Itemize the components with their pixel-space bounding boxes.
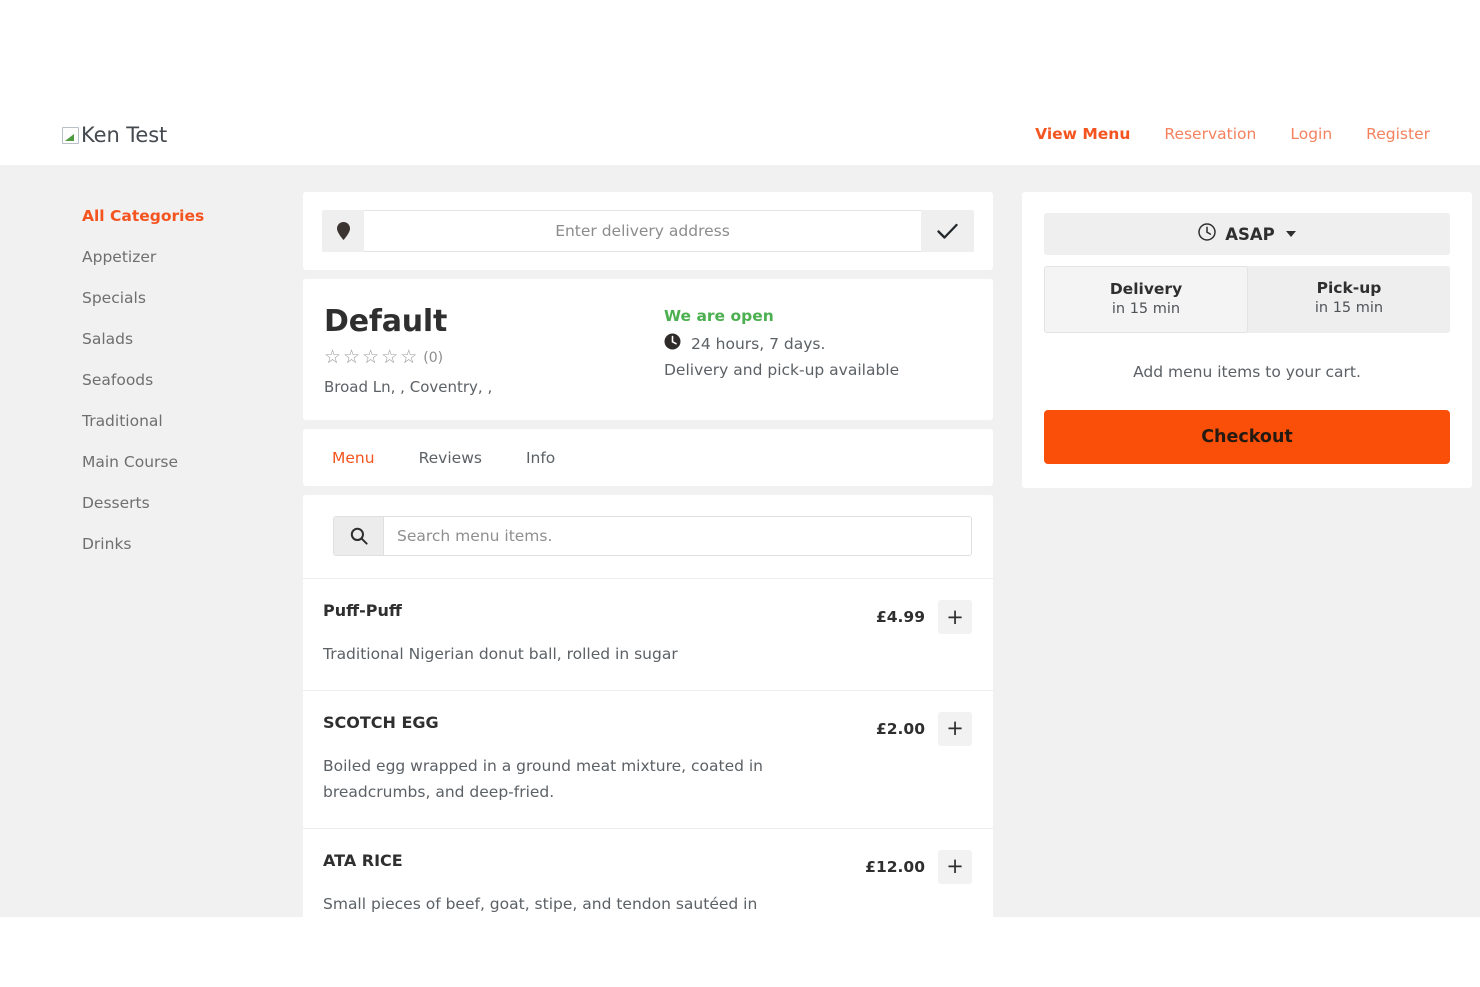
checkout-button[interactable]: Checkout <box>1044 410 1450 464</box>
mode-pickup-eta: in 15 min <box>1314 300 1384 316</box>
tab-info[interactable]: Info <box>518 443 563 473</box>
empty-cart-message: Add menu items to your cart. <box>1133 363 1361 381</box>
confirm-address-button[interactable] <box>921 210 974 252</box>
add-item-button[interactable]: + <box>938 711 972 746</box>
rating-stars: ☆ ☆ ☆ ☆ ☆ (0) <box>324 348 664 367</box>
menu-item-header: Puff-Puff £4.99 + <box>323 596 972 634</box>
delivery-time-label: ASAP <box>1225 224 1275 244</box>
star-icon: ☆ <box>324 346 343 368</box>
clock-icon <box>1198 223 1216 245</box>
menu-item-header: SCOTCH EGG £2.00 + <box>323 708 972 746</box>
menu-item-price: £12.00 <box>865 857 925 876</box>
menu-item-name: ATA RICE <box>323 850 403 870</box>
site-header: Ken Test View Menu Reservation Login Reg… <box>0 0 1480 165</box>
menu-item-header: ATA RICE £12.00 + <box>323 846 972 884</box>
menu-list-card: Puff-Puff £4.99 + Traditional Nigerian d… <box>303 495 993 940</box>
mode-pickup[interactable]: Pick-up in 15 min <box>1248 266 1450 333</box>
sidebar-item-drinks[interactable]: Drinks <box>62 523 292 564</box>
sidebar-item-seafoods[interactable]: Seafoods <box>62 359 292 400</box>
sidebar-item-appetizer[interactable]: Appetizer <box>62 236 292 277</box>
menu-item-price: £4.99 <box>875 608 925 626</box>
sidebar-item-traditional[interactable]: Traditional <box>62 400 292 441</box>
page-root: Ken Test View Menu Reservation Login Reg… <box>0 0 1480 987</box>
mode-delivery-title: Delivery <box>1109 280 1183 298</box>
star-icon: ☆ <box>381 346 400 368</box>
opening-hours-row: 24 hours, 7 days. <box>664 333 899 354</box>
main-column: Default ☆ ☆ ☆ ☆ ☆ (0) Broad Ln, , Covent… <box>303 192 993 949</box>
tab-menu[interactable]: Menu <box>324 443 383 473</box>
nav-link-login[interactable]: Login <box>1290 125 1332 143</box>
menu-item-actions: £2.00 + <box>876 708 972 746</box>
menu-item-description: Traditional Nigerian donut ball, rolled … <box>323 645 678 663</box>
sidebar-item-desserts[interactable]: Desserts <box>62 482 292 523</box>
mode-pickup-title: Pick-up <box>1316 279 1382 297</box>
availability-text: Delivery and pick-up available <box>664 361 900 379</box>
delivery-time-dropdown[interactable]: ASAP <box>1044 213 1450 255</box>
rating-count: (0) <box>423 349 444 366</box>
fulfilment-mode-toggle: Delivery in 15 min Pick-up in 15 min <box>1044 266 1450 333</box>
menu-search-row <box>333 516 972 556</box>
mode-delivery[interactable]: Delivery in 15 min <box>1044 266 1248 333</box>
menu-item-actions: £12.00 + <box>865 846 972 884</box>
clock-icon <box>664 333 681 354</box>
menu-item-name: SCOTCH EGG <box>323 712 439 732</box>
search-icon[interactable] <box>334 517 384 555</box>
content-tabs: Menu Reviews Info <box>303 429 993 486</box>
sidebar-item-salads[interactable]: Salads <box>62 318 292 359</box>
add-item-button[interactable]: + <box>938 600 972 634</box>
menu-item[interactable]: Puff-Puff £4.99 + Traditional Nigerian d… <box>303 578 993 690</box>
tab-reviews[interactable]: Reviews <box>411 443 490 473</box>
nav-link-reservation[interactable]: Reservation <box>1164 125 1256 143</box>
order-panel: ASAP Delivery in 15 min Pick-up in 15 mi… <box>1022 192 1472 488</box>
chevron-down-icon <box>1285 231 1296 237</box>
map-pin-icon <box>322 210 364 252</box>
restaurant-info-left: Default ☆ ☆ ☆ ☆ ☆ (0) Broad Ln, , Covent… <box>324 304 664 396</box>
category-sidebar: All Categories Appetizer Specials Salads… <box>62 195 292 564</box>
restaurant-address: Broad Ln, , Coventry, , <box>324 378 493 396</box>
page-title: Default <box>324 304 448 339</box>
sidebar-item-all-categories[interactable]: All Categories <box>62 195 292 236</box>
sidebar-item-specials[interactable]: Specials <box>62 277 292 318</box>
search-input[interactable] <box>384 517 971 555</box>
delivery-address-card <box>303 192 993 270</box>
nav-link-register[interactable]: Register <box>1366 125 1430 143</box>
nav-link-view-menu[interactable]: View Menu <box>1035 125 1130 143</box>
brand-name: Ken Test <box>81 123 168 147</box>
menu-item[interactable]: ATA RICE £12.00 + Small pieces of beef, … <box>303 827 993 940</box>
menu-search-wrap <box>303 495 993 578</box>
opening-hours: 24 hours, 7 days. <box>691 334 826 353</box>
main-nav: View Menu Reservation Login Register <box>1035 125 1430 147</box>
menu-item-actions: £4.99 + <box>876 596 972 634</box>
restaurant-info-right: We are open 24 hours, 7 days. Delivery a… <box>664 304 899 396</box>
menu-item-description: Small pieces of beef, goat, stipe, and t… <box>323 894 758 913</box>
menu-item-description: Boiled egg wrapped in a ground meat mixt… <box>323 756 764 802</box>
delivery-address-input[interactable] <box>364 210 921 252</box>
status-badge: We are open <box>664 307 774 325</box>
restaurant-info-card: Default ☆ ☆ ☆ ☆ ☆ (0) Broad Ln, , Covent… <box>303 279 993 420</box>
broken-image-icon <box>62 126 79 144</box>
star-icon: ☆ <box>400 346 419 368</box>
menu-item-price: £2.00 <box>875 719 925 738</box>
sidebar-item-main-course[interactable]: Main Course <box>62 441 292 482</box>
delivery-address-row <box>322 210 974 252</box>
menu-item[interactable]: SCOTCH EGG £2.00 + Boiled egg wrapped in… <box>303 689 993 828</box>
star-icon: ☆ <box>362 346 381 368</box>
star-icon: ☆ <box>343 346 362 368</box>
brand-logo[interactable]: Ken Test <box>62 123 167 147</box>
mode-delivery-eta: in 15 min <box>1111 301 1181 317</box>
add-item-button[interactable]: + <box>938 849 972 884</box>
menu-item-name: Puff-Puff <box>323 601 402 620</box>
